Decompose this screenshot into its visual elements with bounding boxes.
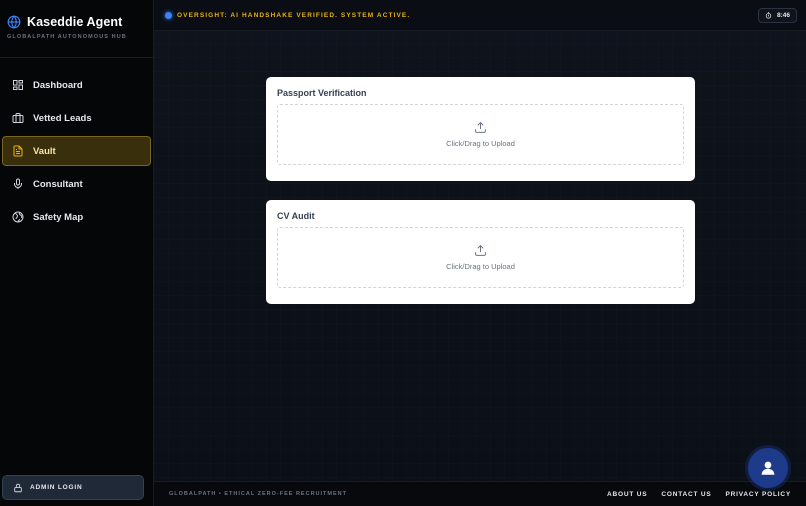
footer-link-privacy[interactable]: PRIVACY POLICY (726, 491, 792, 498)
sidebar-item-vetted-leads[interactable]: Vetted Leads (2, 103, 151, 133)
card-title: Passport Verification (277, 88, 367, 98)
admin-login-label: ADMIN LOGIN (30, 484, 83, 491)
cv-upload-dropzone[interactable]: Click/Drag to Upload (277, 227, 684, 288)
brand-subtitle: GLOBALPATH AUTONOMOUS HUB (7, 34, 127, 40)
sidebar-item-label: Dashboard (33, 79, 83, 91)
upload-icon (474, 244, 487, 257)
main-content: OVERSIGHT: AI HANDSHAKE VERIFIED. SYSTEM… (154, 0, 806, 506)
sidebar-item-label: Vetted Leads (33, 112, 92, 124)
brand-row: Kaseddie Agent (7, 15, 146, 29)
footer-link-contact[interactable]: CONTACT US (661, 491, 711, 498)
sidebar-item-dashboard[interactable]: Dashboard (2, 70, 151, 100)
sidebar-item-label: Safety Map (33, 211, 84, 223)
sidebar-item-vault[interactable]: Vault (2, 136, 151, 166)
document-icon (12, 145, 24, 157)
sidebar-item-safety-map[interactable]: Safety Map (2, 202, 151, 232)
status-message: OVERSIGHT: AI HANDSHAKE VERIFIED. SYSTEM… (177, 11, 411, 19)
passport-upload-dropzone[interactable]: Click/Drag to Upload (277, 104, 684, 165)
session-timer: 8:46 (757, 8, 797, 23)
sidebar: Kaseddie Agent GLOBALPATH AUTONOMOUS HUB… (0, 0, 154, 506)
sidebar-item-consultant[interactable]: Consultant (2, 169, 151, 199)
app-shell: Kaseddie Agent GLOBALPATH AUTONOMOUS HUB… (0, 0, 806, 506)
user-icon (759, 459, 777, 477)
brand-title: Kaseddie Agent (27, 15, 123, 29)
brand: Kaseddie Agent GLOBALPATH AUTONOMOUS HUB (0, 0, 153, 58)
sidebar-nav: Dashboard Vetted Leads Vault Consultant … (0, 58, 153, 232)
timer-value: 8:46 (776, 12, 790, 19)
sidebar-item-label: Consultant (33, 178, 83, 190)
top-status-bar: OVERSIGHT: AI HANDSHAKE VERIFIED. SYSTEM… (154, 0, 806, 31)
footer-link-about[interactable]: ABOUT US (607, 491, 647, 498)
assistant-avatar-button[interactable] (748, 448, 788, 488)
upload-icon (474, 121, 487, 134)
cv-audit-card: CV Audit Click/Drag to Upload (266, 200, 695, 304)
admin-login-button[interactable]: ADMIN LOGIN (2, 475, 144, 500)
dashboard-icon (12, 79, 24, 91)
timer-icon (765, 12, 772, 19)
microphone-icon (12, 178, 24, 190)
globe-icon (7, 15, 21, 29)
footer: GLOBALPATH • ETHICAL ZERO-FEE RECRUITMEN… (154, 481, 806, 506)
status-indicator-icon (165, 11, 172, 19)
passport-verification-card: Passport Verification Click/Drag to Uplo… (266, 77, 695, 181)
card-title: CV Audit (277, 211, 315, 221)
briefcase-icon (12, 112, 24, 124)
upload-label: Click/Drag to Upload (446, 262, 515, 271)
sidebar-item-label: Vault (33, 145, 56, 157)
footer-tagline: GLOBALPATH • ETHICAL ZERO-FEE RECRUITMEN… (169, 491, 347, 497)
globe-map-icon (12, 211, 24, 223)
upload-label: Click/Drag to Upload (446, 139, 515, 148)
lock-icon (13, 483, 23, 493)
